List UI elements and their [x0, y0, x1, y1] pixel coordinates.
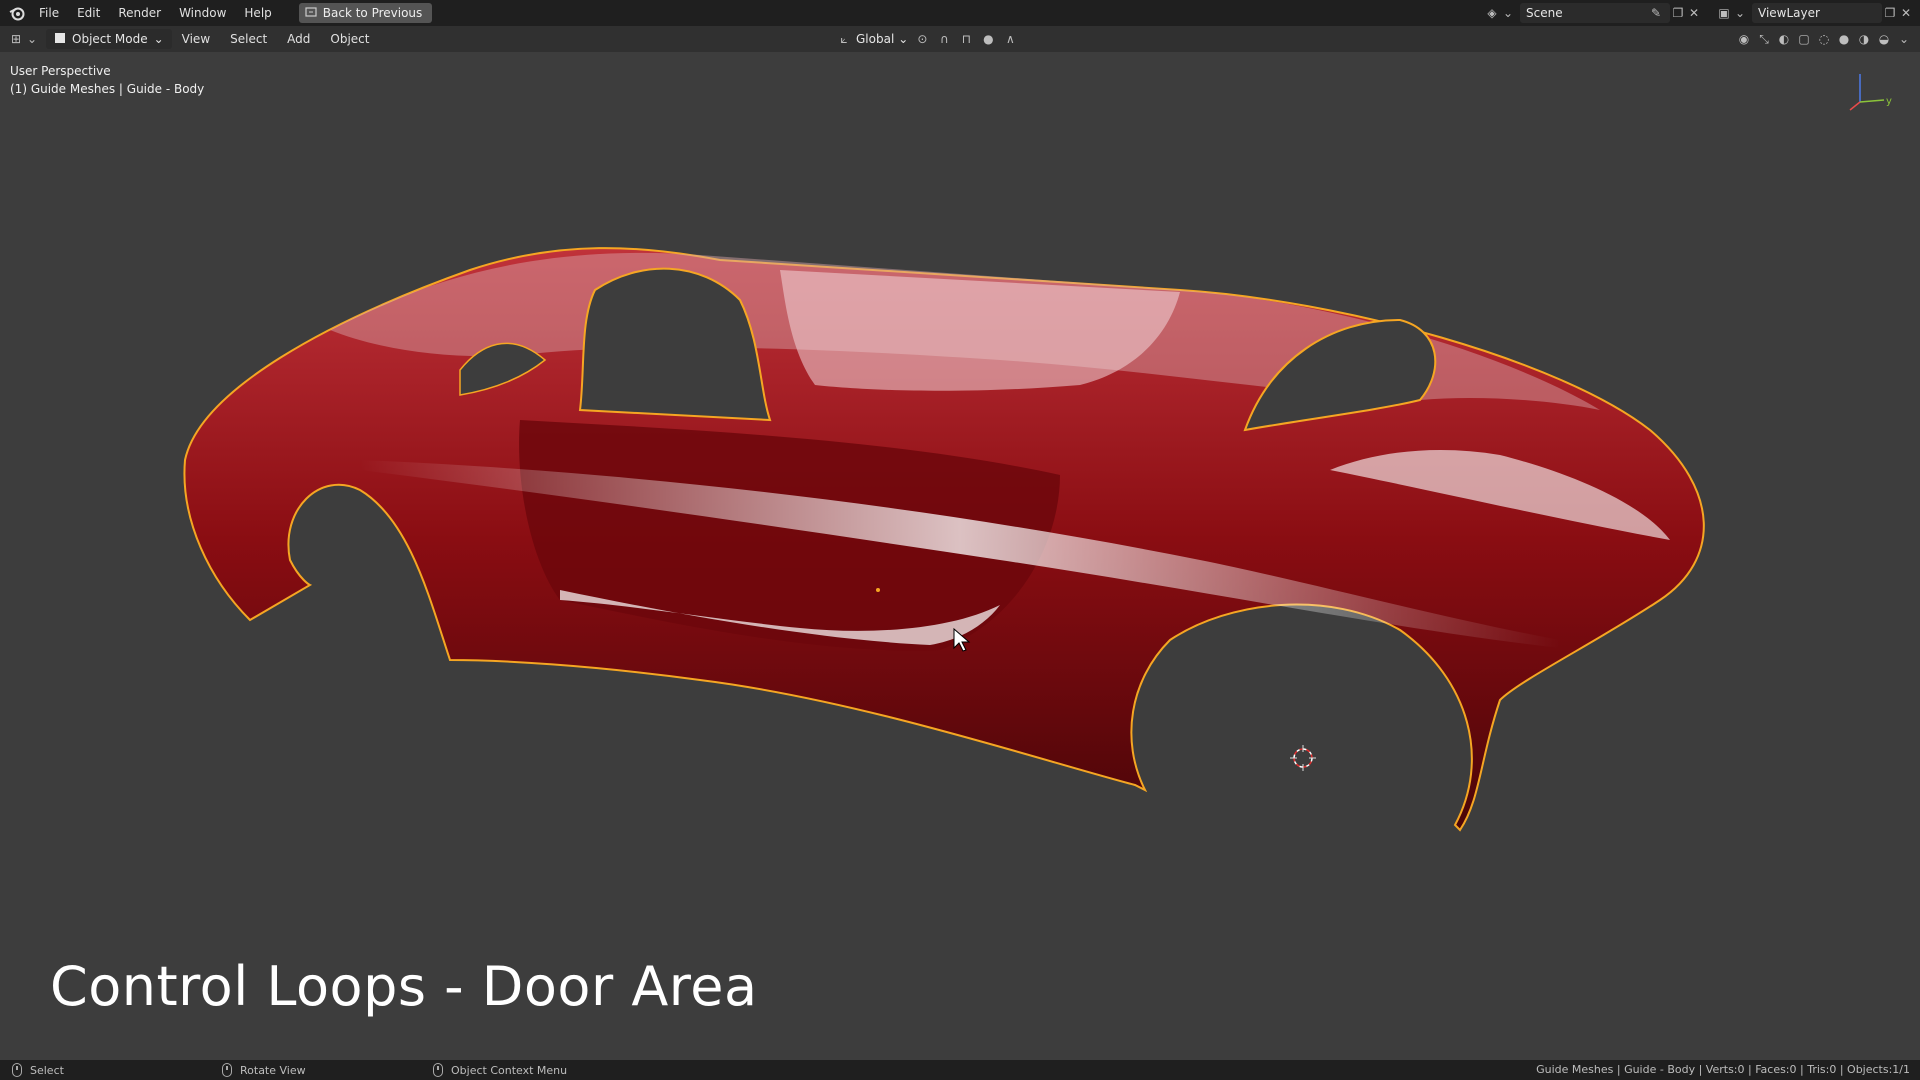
scene-selector[interactable]: Scene ✎	[1520, 3, 1670, 23]
mouse-right-icon	[433, 1063, 443, 1077]
wireframe-shading-icon[interactable]: ◌	[1816, 31, 1832, 47]
scene-type-icon[interactable]: ◈	[1484, 5, 1500, 21]
mouse-middle-icon	[222, 1063, 232, 1077]
transform-tools: ⟀ Global ⌄ ⊙ ∩ ⊓ ● ∧	[836, 26, 1018, 52]
snap-magnet-icon[interactable]: ∩	[936, 31, 952, 47]
menu-add[interactable]: Add	[277, 32, 320, 46]
object-mode-icon	[54, 32, 66, 47]
pivot-point-icon[interactable]: ⊙	[914, 31, 930, 47]
viewlayer-icon[interactable]: ▣	[1716, 5, 1732, 21]
object-origin-dot	[876, 588, 880, 592]
car-body-mesh[interactable]	[0, 52, 1920, 1060]
scene-name: Scene	[1526, 6, 1563, 20]
viewport-header: ⊞ ⌄ Object Mode ⌄ View Select Add Object…	[0, 26, 1920, 52]
chevron-down-icon: ⌄	[1502, 6, 1514, 20]
overlay-toggle-icon[interactable]: ◐	[1776, 31, 1792, 47]
viewport-info: User Perspective (1) Guide Meshes | Guid…	[10, 62, 204, 98]
viewlayer-name: ViewLayer	[1758, 6, 1820, 20]
menu-object[interactable]: Object	[320, 32, 379, 46]
object-mode-dropdown[interactable]: Object Mode ⌄	[46, 29, 172, 49]
close-scene-icon[interactable]: ✕	[1686, 5, 1702, 21]
menu-edit[interactable]: Edit	[68, 0, 109, 26]
menu-render[interactable]: Render	[109, 0, 170, 26]
viewlayer-selector[interactable]: ViewLayer	[1752, 3, 1882, 23]
menu-help[interactable]: Help	[235, 0, 280, 26]
chevron-down-icon: ⌄	[898, 32, 909, 46]
snap-target-icon[interactable]: ⊓	[958, 31, 974, 47]
gizmo-toggle-icon[interactable]: ⤡	[1756, 31, 1772, 47]
rendered-shading-icon[interactable]: ◒	[1876, 31, 1892, 47]
top-bar: File Edit Render Window Help Back to Pre…	[0, 0, 1920, 26]
menu-select[interactable]: Select	[220, 32, 277, 46]
gizmo-y-label: y	[1886, 96, 1892, 107]
back-to-previous-label: Back to Previous	[322, 6, 423, 20]
editor-type-icon[interactable]: ⊞	[8, 31, 24, 47]
3d-cursor-icon[interactable]	[1290, 745, 1316, 771]
topbar-right: ◈ ⌄ Scene ✎ ❐ ✕ ▣ ⌄ ViewLayer ❐ ✕	[1484, 0, 1920, 26]
status-rotate: Rotate View	[222, 1063, 306, 1077]
status-context-label: Object Context Menu	[451, 1063, 568, 1077]
transform-orientation-dropdown[interactable]: ⟀ Global ⌄	[836, 31, 908, 47]
chevron-down-icon: ⌄	[1734, 6, 1746, 20]
menu-file[interactable]: File	[30, 0, 68, 26]
close-viewlayer-icon[interactable]: ✕	[1898, 5, 1914, 21]
navigation-gizmo[interactable]: y	[1840, 66, 1900, 119]
transform-orientation-label: Global	[856, 32, 895, 46]
new-viewlayer-icon[interactable]: ❐	[1882, 5, 1898, 21]
status-rotate-label: Rotate View	[240, 1063, 306, 1077]
mouse-left-icon	[12, 1063, 22, 1077]
perspective-label: User Perspective	[10, 64, 111, 78]
viewport-shading-tools: ◉ ⤡ ◐ ▢ ◌ ● ◑ ◒ ⌄	[1736, 26, 1912, 52]
xray-toggle-icon[interactable]: ▢	[1796, 31, 1812, 47]
back-screen-icon	[305, 6, 317, 21]
status-context: Object Context Menu	[433, 1063, 567, 1077]
visibility-eye-icon[interactable]: ◉	[1736, 31, 1752, 47]
object-mode-label: Object Mode	[72, 32, 148, 46]
proportional-edit-icon[interactable]: ●	[980, 31, 996, 47]
falloff-curve-icon[interactable]: ∧	[1002, 31, 1018, 47]
menu-view[interactable]: View	[172, 32, 220, 46]
blender-logo-icon[interactable]	[4, 0, 30, 26]
chevron-down-icon[interactable]: ⌄	[1896, 31, 1912, 47]
pin-icon[interactable]: ✎	[1648, 5, 1664, 21]
status-select: Select	[12, 1063, 64, 1077]
menu-window[interactable]: Window	[170, 0, 235, 26]
status-bar: Select Rotate View Object Context Menu G…	[0, 1060, 1920, 1080]
video-caption: Control Loops - Door Area	[50, 955, 758, 1018]
scene-statistics: Guide Meshes | Guide - Body | Verts:0 | …	[1536, 1063, 1910, 1076]
chevron-down-icon: ⌄	[153, 32, 164, 46]
active-object-label: (1) Guide Meshes | Guide - Body	[10, 82, 205, 96]
chevron-down-icon: ⌄	[26, 32, 38, 46]
back-to-previous-button[interactable]: Back to Previous	[298, 3, 433, 23]
new-scene-icon[interactable]: ❐	[1670, 5, 1686, 21]
status-select-label: Select	[30, 1063, 64, 1077]
material-shading-icon[interactable]: ◑	[1856, 31, 1872, 47]
solid-shading-icon[interactable]: ●	[1836, 31, 1852, 47]
orientation-axes-icon: ⟀	[840, 31, 848, 46]
